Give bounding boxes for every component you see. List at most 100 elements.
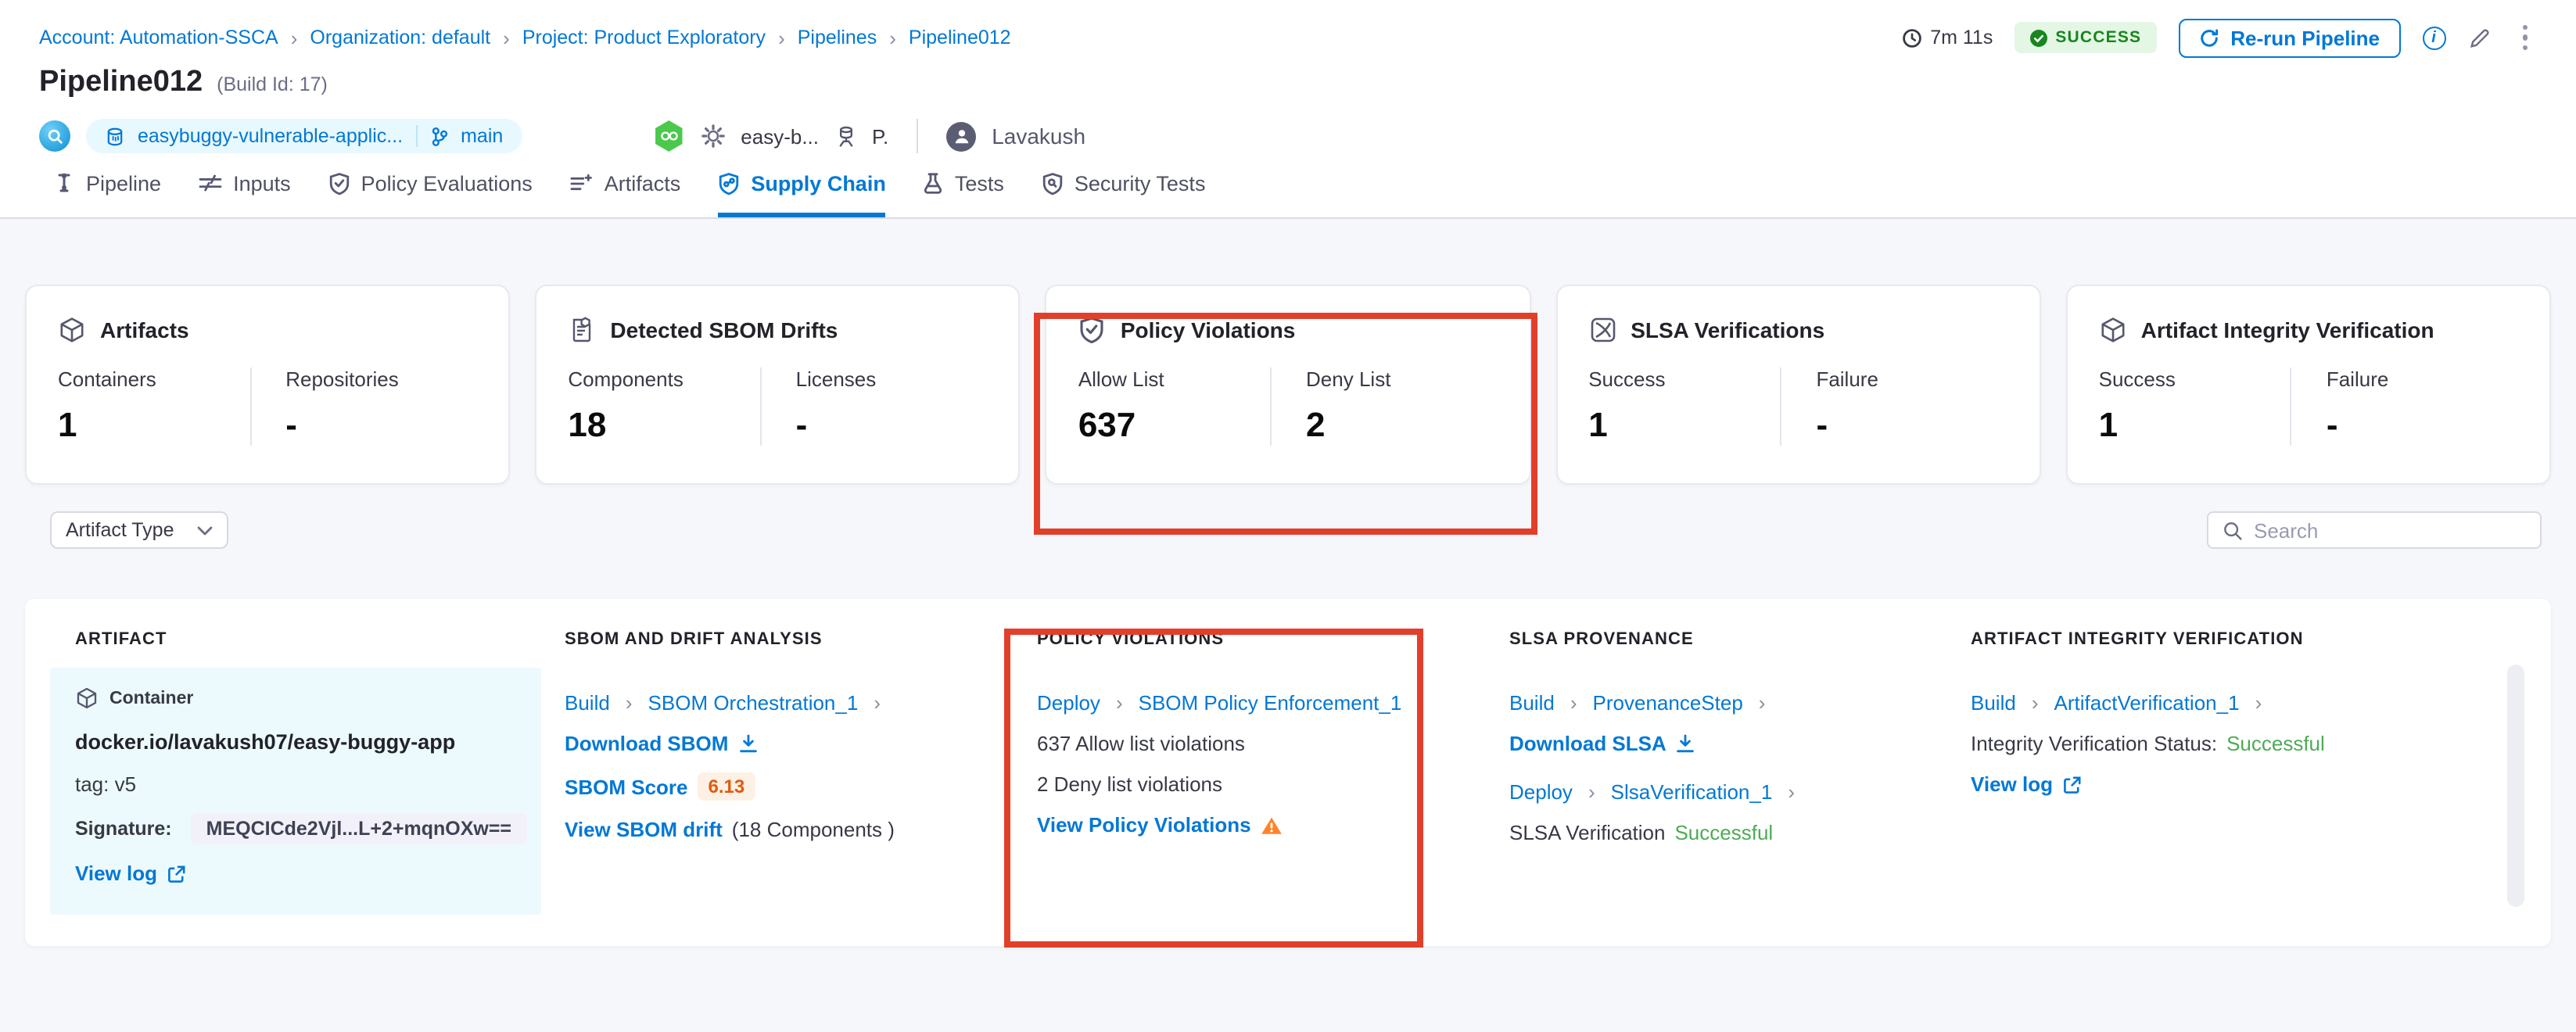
rerun-pipeline-button[interactable]: Re-run Pipeline — [2179, 18, 2400, 57]
artifact-cell: Container docker.io/lavakush07/easy-bugg… — [50, 668, 541, 915]
page-header: Account: Automation-SSCA › Organization:… — [0, 0, 2576, 156]
signature-value: MEQCICde2Vjl...L+2+mqnOXw== — [191, 813, 527, 844]
view-log-link[interactable]: View log — [1971, 772, 2053, 796]
view-policy-violations-link[interactable]: View Policy Violations — [1037, 813, 1251, 837]
step-link[interactable]: SlsaVerification_1 — [1611, 780, 1773, 804]
sbom-score-link[interactable]: SBOM Score — [565, 775, 688, 798]
artifact-name: docker.io/lavakush07/easy-buggy-app — [75, 730, 519, 754]
tab-policy-evaluations[interactable]: Policy Evaluations — [328, 156, 533, 217]
view-sbom-drift-link[interactable]: View SBOM drift — [565, 818, 723, 841]
trigger-name: easy-b... — [741, 124, 819, 148]
column-header-artifact-integrity: ARTIFACT INTEGRITY VERIFICATION — [1947, 599, 2526, 668]
stage-link[interactable]: Build — [1971, 691, 2016, 715]
summary-cards: Artifacts Containers1 Repositories- Dete… — [25, 285, 2551, 485]
external-link-icon — [2062, 775, 2081, 794]
stat-value: 18 — [568, 405, 759, 446]
breadcrumb-project[interactable]: Project: Product Exploratory — [522, 27, 766, 48]
artifact-type-select[interactable]: Artifact Type — [50, 511, 228, 549]
stat-value: - — [2327, 405, 2518, 446]
module-icon — [39, 120, 70, 152]
trigger-webhook-icon — [653, 120, 684, 152]
tab-supply-chain[interactable]: Supply Chain — [718, 156, 886, 217]
signature-label: Signature: — [75, 818, 172, 840]
download-sbom-link[interactable]: Download SBOM — [565, 732, 728, 755]
stage-link[interactable]: Build — [1509, 691, 1555, 715]
view-log-link[interactable]: View log — [75, 862, 157, 885]
search-input[interactable] — [2254, 518, 2526, 542]
tab-artifacts[interactable]: Artifacts — [570, 156, 681, 217]
tab-tests[interactable]: Tests — [924, 156, 1004, 217]
repo-branch-pill[interactable]: easybuggy-vulnerable-applic... main — [86, 119, 522, 153]
branch-name[interactable]: main — [461, 125, 503, 147]
security-shield-icon — [1042, 171, 1064, 195]
user-name: Lavakush — [992, 124, 1085, 149]
container-cube-icon — [75, 686, 99, 710]
card-artifacts[interactable]: Artifacts Containers1 Repositories- — [25, 285, 510, 485]
stage-link[interactable]: Deploy — [1509, 780, 1573, 804]
chevron: › — [867, 691, 887, 715]
step-link[interactable]: ArtifactVerification_1 — [2054, 691, 2240, 715]
stat-value: 2 — [1306, 405, 1498, 446]
user-avatar — [946, 121, 976, 151]
stat-label: Success — [1588, 367, 1780, 391]
chevron-down-icon — [197, 525, 213, 536]
breadcrumb: Account: Automation-SSCA › Organization:… — [39, 26, 1011, 49]
breadcrumb-pipeline012[interactable]: Pipeline012 — [909, 27, 1011, 48]
stat-value: - — [796, 405, 988, 446]
card-sbom-drifts[interactable]: Detected SBOM Drifts Components18 Licens… — [535, 285, 1020, 485]
build-id: (Build Id: 17) — [217, 73, 328, 95]
breadcrumb-pipelines[interactable]: Pipelines — [798, 27, 877, 48]
info-icon[interactable]: i — [2422, 26, 2445, 49]
card-policy-violations[interactable]: Policy Violations Allow List637 Deny Lis… — [1046, 285, 1530, 485]
sbom-score-badge: 6.13 — [698, 772, 756, 801]
chevron: › — [1411, 691, 1430, 715]
git-branch-icon — [429, 126, 448, 146]
supply-chain-shield-icon — [718, 171, 740, 195]
stat-label: Deny List — [1306, 367, 1498, 391]
tab-security-tests[interactable]: Security Tests — [1042, 156, 1206, 217]
cube-icon — [58, 316, 86, 344]
column-header-artifact: ARTIFACT — [50, 599, 541, 668]
download-slsa-link[interactable]: Download SLSA — [1509, 732, 1667, 755]
slsa-status-value: Successful — [1674, 821, 1773, 844]
stat-label: Containers — [58, 367, 249, 391]
download-icon — [1676, 733, 1696, 754]
stage-link[interactable]: Deploy — [1037, 691, 1100, 715]
policy-violations-cell: Deploy›SBOM Policy Enforcement_1› 637 Al… — [1014, 668, 1486, 915]
step-link[interactable]: ProvenanceStep — [1593, 691, 1743, 715]
external-link-icon — [167, 864, 185, 883]
column-header-slsa-provenance: SLSA PROVENANCE — [1486, 599, 1947, 668]
clock-icon — [1902, 27, 1922, 48]
stage-link[interactable]: Build — [565, 691, 610, 715]
edit-pencil-icon[interactable] — [2467, 26, 2491, 49]
slsa-status-label: SLSA Verification — [1509, 821, 1665, 844]
integrity-status-label: Integrity Verification Status: — [1971, 732, 2217, 755]
repo-name[interactable]: easybuggy-vulnerable-applic... — [138, 125, 403, 147]
tab-pipeline[interactable]: Pipeline — [53, 156, 161, 217]
page: Account: Automation-SSCA › Organization:… — [0, 0, 2576, 1032]
stat-label: Components — [568, 367, 759, 391]
cube-icon — [2099, 316, 2127, 344]
table-header-row: ARTIFACT SBOM AND DRIFT ANALYSIS POLICY … — [25, 599, 2551, 668]
breadcrumb-account[interactable]: Account: Automation-SSCA — [39, 27, 278, 48]
more-options-icon[interactable] — [2513, 22, 2537, 54]
breadcrumb-organization[interactable]: Organization: default — [310, 27, 490, 48]
slsa-icon — [1588, 316, 1616, 344]
page-title: Pipeline012 — [39, 66, 203, 100]
search-box — [2207, 511, 2542, 549]
artifacts-table: ARTIFACT SBOM AND DRIFT ANALYSIS POLICY … — [25, 599, 2551, 946]
trigger-user: P. — [872, 124, 888, 148]
table-scrollbar[interactable] — [2507, 665, 2524, 907]
card-slsa-verifications[interactable]: SLSA Verifications Success1 Failure- — [1555, 285, 2040, 485]
breadcrumb-separator: › — [889, 26, 896, 49]
stat-value: 1 — [1588, 405, 1780, 446]
tab-inputs[interactable]: Inputs — [199, 156, 291, 217]
chevron: › — [2025, 691, 2045, 715]
breadcrumb-separator: › — [291, 26, 298, 49]
step-link[interactable]: SBOM Orchestration_1 — [648, 691, 859, 715]
stat-label: Failure — [1816, 367, 2007, 391]
sbom-cell: Build›SBOM Orchestration_1› Download SBO… — [541, 668, 1014, 915]
step-link[interactable]: SBOM Policy Enforcement_1 — [1139, 691, 1402, 715]
shield-check-icon — [1078, 316, 1107, 344]
card-artifact-integrity[interactable]: Artifact Integrity Verification Success1… — [2066, 285, 2551, 485]
